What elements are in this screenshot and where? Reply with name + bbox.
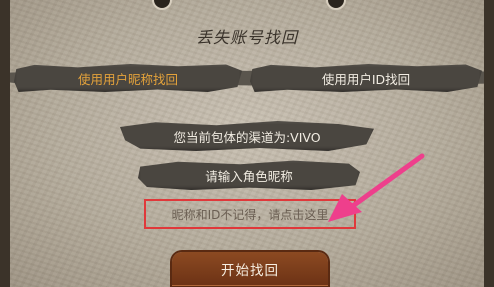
pointer-arrow-icon (328, 153, 425, 222)
tab-find-by-nickname-label: 使用用户昵称找回 (77, 71, 178, 87)
channel-info: 您当前包体的渠道为:VIVO (120, 121, 374, 151)
forgot-nickname-text: 昵称和ID不记得，请点击这里 (171, 207, 329, 222)
tab-find-by-nickname[interactable]: 使用用户昵称找回 (14, 64, 242, 92)
tab-find-by-id[interactable]: 使用用户ID找回 (250, 64, 482, 92)
page-title: 丢失账号找回 (195, 28, 298, 47)
start-recovery-label: 开始找回 (221, 263, 279, 279)
channel-info-text: 您当前包体的渠道为:VIVO (173, 129, 321, 145)
start-recovery-button[interactable]: 开始找回 (172, 252, 328, 286)
top-rivet-right (326, 0, 346, 10)
tab-find-by-id-label: 使用用户ID找回 (321, 71, 411, 87)
nickname-input-placeholder: 请输入角色昵称 (205, 168, 293, 184)
top-rivet-left (152, 0, 172, 10)
